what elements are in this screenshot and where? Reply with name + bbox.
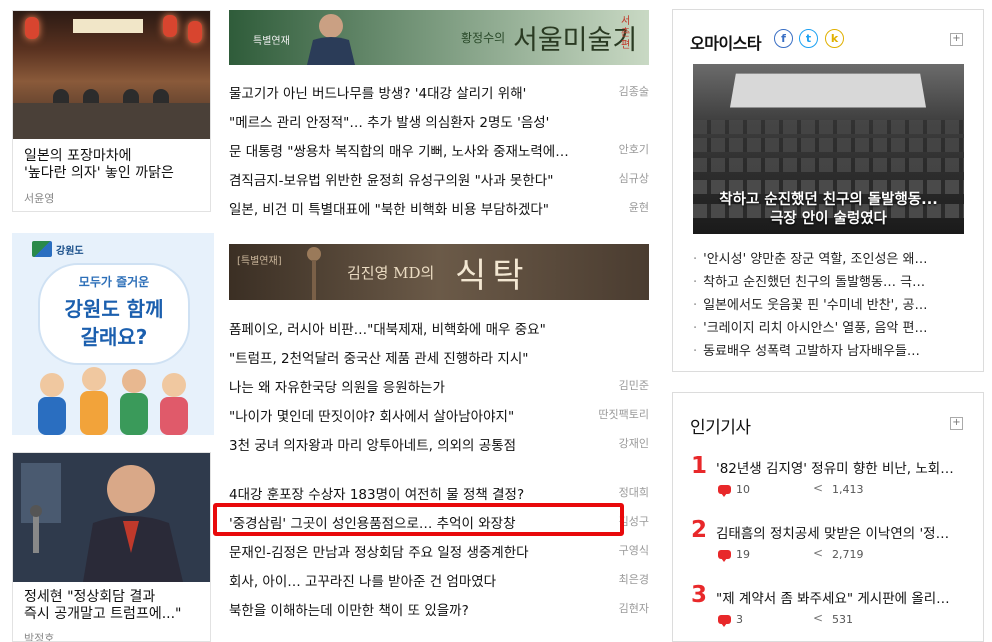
share-count: 1,413: [832, 483, 864, 496]
tv-interview-photo[interactable]: [13, 453, 210, 582]
news-card-street-food[interactable]: 일본의 포장마차에 '높다란 의자' 놓인 까닭은 서윤영: [12, 10, 211, 212]
news-item[interactable]: "트럼프, 2천억달러 중국산 제품 관세 진행하라 지시": [229, 345, 649, 367]
news-item[interactable]: 4대강 훈포장 수상자 183명이 여전히 물 정책 결정? 정대희: [229, 481, 649, 503]
kakao-icon[interactable]: k: [825, 29, 844, 48]
star-list-item[interactable]: · '안시성' 양만춘 장군 역할, 조인성은 왜…: [693, 248, 968, 268]
share-count: 531: [832, 613, 853, 626]
more-plus-icon[interactable]: +: [950, 417, 963, 430]
share-count: 2,719: [832, 548, 864, 561]
star-list-item[interactable]: · 동료배우 성폭력 고발하자 남자배우들…: [693, 340, 968, 360]
red-highlight-box: [213, 503, 624, 536]
twitter-icon[interactable]: t: [799, 29, 818, 48]
news-item[interactable]: 물고기가 아닌 버드나무를 방생? '4대강 살리기 위해' 김종술: [229, 80, 649, 102]
comment-icon: [718, 485, 731, 497]
street-stall-photo[interactable]: [13, 11, 210, 139]
news-item[interactable]: 겸직금지-보유법 위반한 윤정희 유성구의원 "사과 못한다" 심규상: [229, 167, 649, 189]
card-title[interactable]: 일본의 포장마차에 '높다란 의자' 놓인 까닭은: [24, 148, 174, 182]
news-item[interactable]: 문 대통령 "쌍용차 복직합의 매우 기뻐, 노사와 중재노력에… 안호기: [229, 138, 649, 160]
photo-caption: 착하고 순진했던 친구의 돌발행동...: [719, 192, 938, 208]
share-icon: <: [813, 481, 824, 495]
news-item[interactable]: "메르스 관리 안정적"… 추가 발생 의심환자 2명도 '음성': [229, 109, 649, 131]
cinema-photo[interactable]: 착하고 순진했던 친구의 돌발행동... 극장 안이 술렁였다: [693, 64, 964, 234]
news-item[interactable]: "나이가 몇인데 딴짓이야? 회사에서 살아남아야지" 딴짓팩토리: [229, 403, 649, 425]
star-list-item[interactable]: · 일본에서도 웃음꽃 핀 '수미네 반찬', 공…: [693, 294, 968, 314]
ad-people-illustration: [38, 367, 188, 435]
panel-title: 오마이스타: [690, 34, 762, 53]
ad-speech-bubble: 모두가 즐거운 강원도 함께 갈래요?: [38, 263, 190, 365]
news-item[interactable]: 3천 궁녀 의자왕과 마리 앙투아네트, 의외의 공통점 강재인: [229, 432, 649, 454]
panel-title: 인기기사: [690, 418, 751, 438]
share-icon: <: [813, 546, 824, 560]
rank-number: 2: [691, 517, 708, 543]
card-title[interactable]: 정세현 "정상회담 결과 즉시 공개말고 트럼프에...": [24, 589, 182, 623]
share-icon: <: [813, 611, 824, 625]
ohmystar-panel: 오마이스타 f t k + 착하고 순진했던 친구의 돌발행동... 극장 안이…: [672, 9, 984, 372]
more-plus-icon[interactable]: +: [950, 33, 963, 46]
seoul-art-series-banner[interactable]: 특별연재 황정수의 서울미술기행 서촌편: [229, 10, 649, 65]
card-author: 서윤영: [24, 192, 55, 205]
rank-number: 1: [691, 453, 708, 479]
news-card-summit[interactable]: 정세현 "정상회담 결과 즉시 공개말고 트럼프에..." 박정호: [12, 452, 211, 642]
comment-count: 19: [736, 548, 750, 561]
photo-caption: 극장 안이 술렁였다: [770, 211, 887, 227]
rank-number: 3: [691, 582, 708, 608]
popular-articles-panel: 인기기사 + 1 '82년생 김지영' 정유미 향한 비난, 노회… 10 < …: [672, 392, 984, 642]
news-item[interactable]: 문재인-김정은 만남과 정상회담 주요 일정 생중계한다 구영식: [229, 539, 649, 561]
news-item[interactable]: 나는 왜 자유한국당 의원을 응원하는가 김민준: [229, 374, 649, 396]
popular-article-title[interactable]: 김태흠의 정치공세 맞받은 이낙연의 '정…: [716, 522, 961, 542]
gangwon-logo: 강원도: [32, 241, 112, 257]
comment-icon: [718, 615, 731, 627]
popular-article-title[interactable]: '82년생 김지영' 정유미 향한 비난, 노회…: [716, 457, 961, 477]
star-list-item[interactable]: · 착하고 순진했던 친구의 돌발행동… 극…: [693, 271, 968, 291]
card-author: 박정호: [24, 632, 55, 642]
comment-count: 10: [736, 483, 750, 496]
star-list-item[interactable]: · '크레이지 리치 아시안스' 열풍, 음악 편…: [693, 317, 968, 337]
comment-count: 3: [736, 613, 743, 626]
popular-article-title[interactable]: "제 계약서 좀 봐주세요" 게시판에 올리…: [716, 587, 961, 607]
news-item[interactable]: 북한을 이해하는데 이만한 책이 또 있을까? 김현자: [229, 597, 649, 619]
facebook-icon[interactable]: f: [774, 29, 793, 48]
news-item[interactable]: 폼페이오, 러시아 비판…"대북제재, 비핵화에 매우 중요": [229, 316, 649, 338]
comment-icon: [718, 550, 731, 562]
table-series-banner[interactable]: [특별연재] 김진영 MD의 식탁: [229, 244, 649, 300]
news-item[interactable]: 일본, 비건 미 특별대표에 "북한 비핵화 비용 부담하겠다" 윤현: [229, 196, 649, 218]
gangwon-ad-banner[interactable]: 강원도 모두가 즐거운 강원도 함께 갈래요?: [12, 233, 214, 435]
news-item[interactable]: 회사, 아이… 고꾸라진 나를 받아준 건 엄마였다 최은경: [229, 568, 649, 590]
